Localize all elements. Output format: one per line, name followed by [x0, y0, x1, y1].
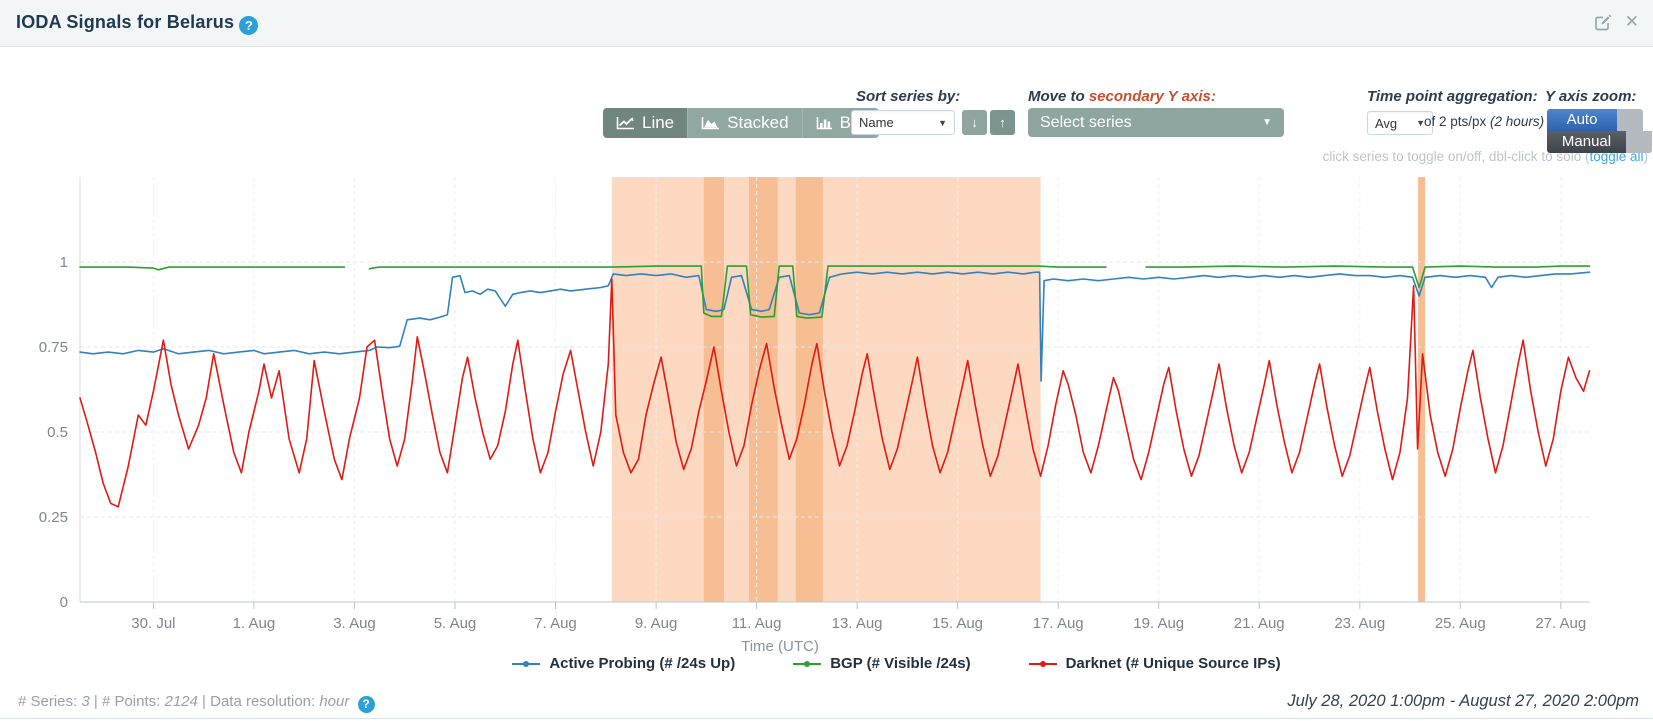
chart-legend: Active Probing (# /24s Up) BGP (# Visibl…: [70, 655, 1653, 672]
y-zoom-auto-button[interactable]: Auto: [1547, 109, 1652, 131]
x-tick-label: 1. Aug: [233, 615, 276, 632]
date-range: July 28, 2020 1:00pm - August 27, 2020 2…: [1287, 692, 1639, 711]
x-tick-label: 15. Aug: [932, 615, 983, 632]
x-tick-label: 5. Aug: [434, 615, 477, 632]
x-tick-label: 30. Jul: [131, 615, 175, 632]
legend-label-darknet: Darknet (# Unique Source IPs): [1066, 655, 1281, 672]
points-count-label: # Points:: [102, 693, 165, 710]
alert-band: [1418, 177, 1425, 602]
x-tick-label: 9. Aug: [635, 615, 678, 632]
active-probing-line-icon: [512, 663, 540, 665]
y-axis-zoom-toggle: Auto Manual: [1547, 109, 1652, 153]
x-tick-label: 11. Aug: [732, 615, 782, 632]
x-axis-title: Time (UTC): [0, 638, 1560, 655]
series-count-value: 3: [81, 693, 89, 710]
time-series-chart[interactable]: 0 0.25 0.5 0.75 1 30. Jul 1. Aug 3. Aug 5. Aug 7.…: [0, 0, 1653, 721]
x-tick-label: 19. Aug: [1133, 615, 1184, 632]
resolution-value: hour: [319, 693, 349, 710]
y-zoom-auto-handle[interactable]: [1617, 109, 1643, 131]
separator: |: [198, 693, 210, 710]
y-tick-label: 1: [60, 254, 68, 271]
y-zoom-manual-label: Manual: [1547, 131, 1626, 153]
stats-help-icon[interactable]: ?: [358, 696, 375, 713]
legend-label-bgp: BGP (# Visible /24s): [830, 655, 970, 672]
y-tick-label: 0.5: [47, 424, 68, 441]
x-tick-label: 13. Aug: [832, 615, 883, 632]
widget-bottom-border: [0, 718, 1653, 719]
x-tick-label: 21. Aug: [1234, 615, 1285, 632]
alert-band: [749, 177, 778, 602]
y-tick-label: 0.75: [39, 339, 68, 356]
y-zoom-manual-handle[interactable]: [1626, 131, 1652, 153]
legend-item-bgp[interactable]: BGP (# Visible /24s): [793, 655, 970, 672]
points-count-value: 2124: [165, 693, 198, 710]
series-count-label: # Series:: [18, 693, 81, 710]
darknet-line-icon: [1029, 663, 1057, 665]
x-tick-label: 23. Aug: [1334, 615, 1385, 632]
bgp-line-icon: [793, 663, 821, 665]
y-tick-label: 0.25: [39, 509, 68, 526]
alert-band: [612, 177, 1041, 602]
y-zoom-manual-button[interactable]: Manual: [1547, 131, 1652, 153]
x-tick-label: 17. Aug: [1033, 615, 1084, 632]
y-tick-label: 0: [60, 594, 68, 611]
alert-band: [796, 177, 823, 602]
resolution-label: Data resolution:: [210, 693, 319, 710]
x-tick-label: 3. Aug: [333, 615, 376, 632]
legend-item-active-probing[interactable]: Active Probing (# /24s Up): [512, 655, 735, 672]
x-tick-label: 27. Aug: [1535, 615, 1586, 632]
y-zoom-auto-label: Auto: [1547, 109, 1617, 131]
chart-stats: # Series: 3 | # Points: 2124 | Data reso…: [18, 693, 375, 713]
x-tick-label: 7. Aug: [534, 615, 577, 632]
ioda-signals-widget: IODA Signals for Belarus ? ✕ Line Stacke…: [0, 0, 1653, 721]
legend-label-active-probing: Active Probing (# /24s Up): [549, 655, 735, 672]
x-tick-label: 25. Aug: [1435, 615, 1486, 632]
separator: |: [90, 693, 102, 710]
legend-item-darknet[interactable]: Darknet (# Unique Source IPs): [1029, 655, 1281, 672]
